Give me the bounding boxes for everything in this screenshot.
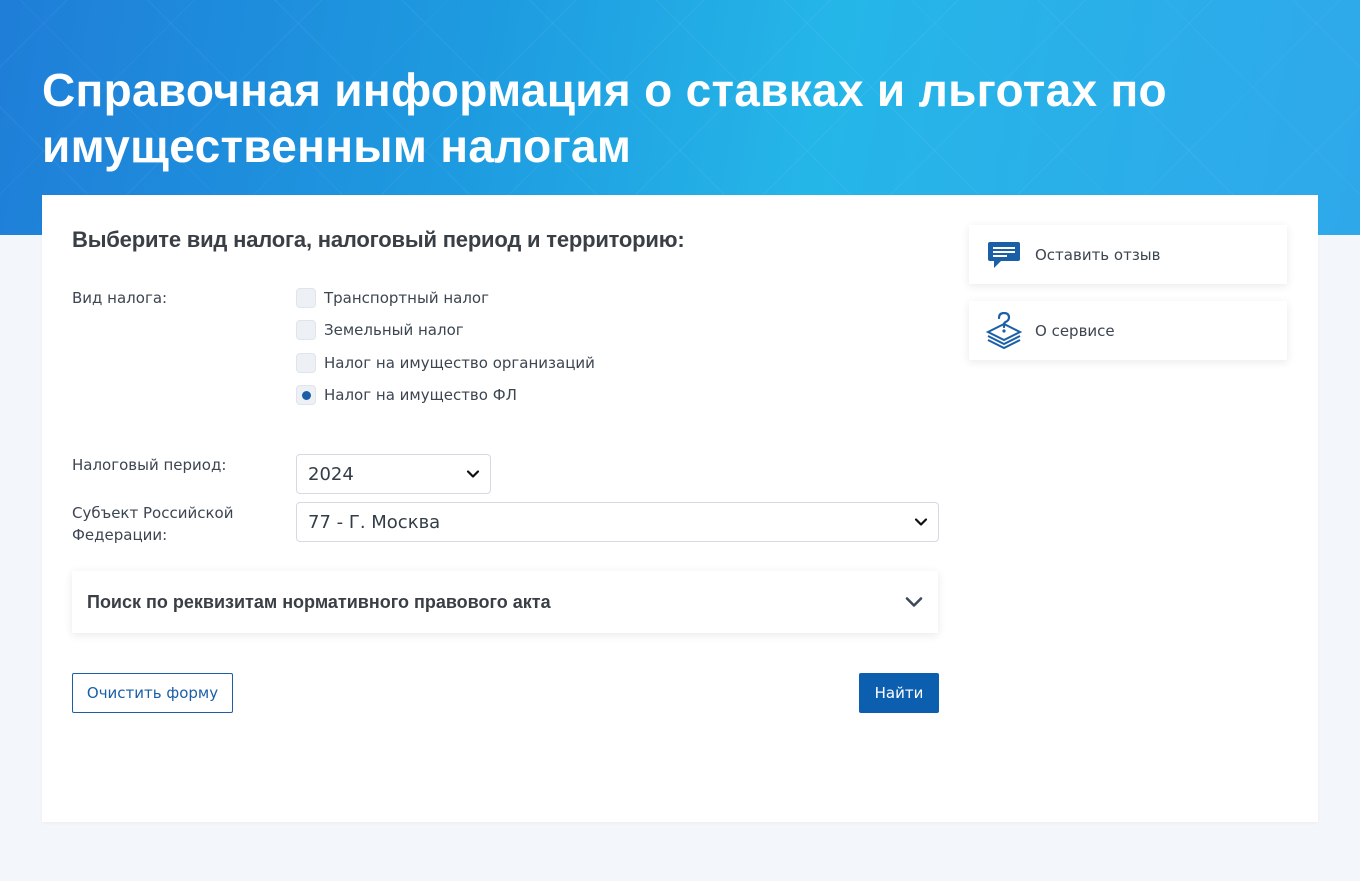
about-label: О сервисе [1035,321,1115,340]
period-label: Налоговый период: [72,456,227,474]
region-label-line: Федерации: [72,526,168,544]
tax-option-label: Налог на имущество ФЛ [324,386,517,404]
tax-option-land[interactable]: Земельный налог [296,319,464,341]
tax-option-personal-property[interactable]: Налог на имущество ФЛ [296,384,517,406]
radio-selected[interactable] [296,385,316,405]
tax-option-org-property[interactable]: Налог на имущество организаций [296,352,595,374]
tax-option-transport[interactable]: Транспортный налог [296,287,489,309]
feedback-label: Оставить отзыв [1035,245,1161,264]
accordion-title: Поиск по реквизитам нормативного правово… [87,591,551,612]
checkbox[interactable] [296,320,316,340]
main-card: Выберите вид налога, налоговый период и … [42,195,1318,822]
region-label: Субъект Российской Федерации: [72,502,233,546]
checkbox[interactable] [296,288,316,308]
feedback-link[interactable]: Оставить отзыв [969,225,1287,284]
find-button[interactable]: Найти [859,673,939,713]
region-label-line: Субъект Российской [72,504,234,522]
tax-option-label: Налог на имущество организаций [324,354,595,372]
radio-dot [301,390,311,400]
chevron-down-icon [914,518,928,526]
region-value: 77 - Г. Москва [308,511,441,533]
chevron-down-icon [466,470,480,478]
region-select[interactable]: 77 - Г. Москва [296,502,939,542]
tax-option-label: Земельный налог [324,321,464,339]
tax-option-label: Транспортный налог [324,289,489,307]
legal-act-search-accordion[interactable]: Поиск по реквизитам нормативного правово… [72,571,938,633]
question-stack-icon [985,311,1023,350]
tax-type-label: Вид налога: [72,289,168,307]
checkbox[interactable] [296,353,316,373]
chevron-down-icon [905,597,923,607]
clear-form-button[interactable]: Очистить форму [72,673,233,713]
period-select[interactable]: 2024 [296,454,491,494]
page-title: Справочная информация о ставках и льгота… [42,64,1167,172]
form-heading: Выберите вид налога, налоговый период и … [72,227,685,252]
comment-icon [985,236,1023,274]
about-service-link[interactable]: О сервисе [969,301,1287,360]
period-value: 2024 [308,463,354,485]
